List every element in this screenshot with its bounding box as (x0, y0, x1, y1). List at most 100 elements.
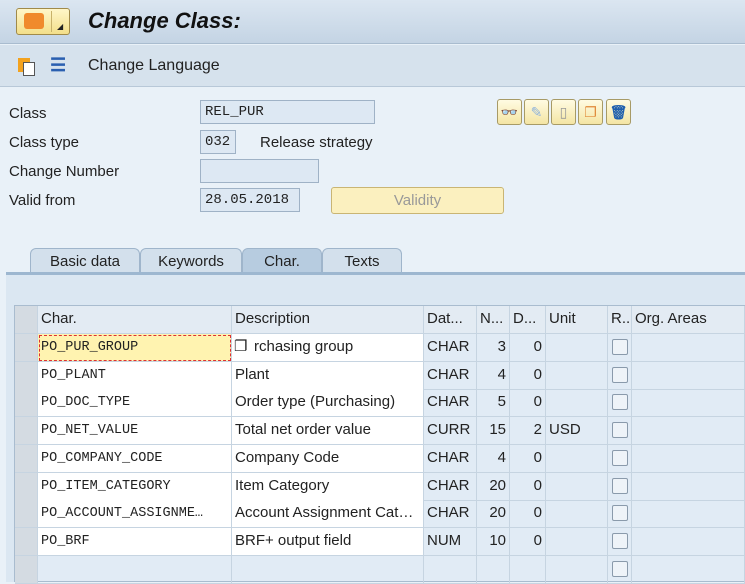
checkbox[interactable] (612, 422, 628, 439)
cell-unit[interactable] (546, 334, 608, 362)
row-selector[interactable] (15, 389, 38, 418)
row-selector[interactable] (15, 444, 38, 473)
checkbox[interactable] (612, 477, 628, 494)
tab-basic-data[interactable]: Basic data (30, 248, 140, 273)
cell-unit[interactable] (546, 361, 608, 390)
cell-n[interactable]: 4 (477, 361, 510, 390)
cell-unit[interactable]: USD (546, 417, 608, 446)
row-selector[interactable] (15, 417, 38, 446)
cell-org[interactable] (632, 472, 745, 501)
column-header[interactable]: D... (510, 306, 546, 334)
row-selector[interactable] (15, 500, 38, 529)
cell-n[interactable]: 15 (477, 417, 510, 446)
row-selector[interactable] (15, 527, 38, 556)
change-language-button[interactable]: Change Language (88, 57, 220, 75)
cell-unit[interactable] (546, 500, 608, 529)
cell-type[interactable]: CURR (424, 417, 477, 446)
cell-desc[interactable] (232, 555, 424, 584)
row-selector[interactable] (15, 472, 38, 501)
class-type-field[interactable]: 032 (200, 130, 236, 154)
cell-char[interactable]: PO_BRF (38, 527, 232, 556)
cell-d[interactable]: 2 (510, 417, 546, 446)
column-header[interactable]: Description (232, 306, 424, 334)
tab-texts[interactable]: Texts (322, 248, 402, 273)
cell-char[interactable]: PO_COMPANY_CODE (38, 444, 232, 473)
cell-char[interactable]: PO_ACCOUNT_ASSIGNME… (38, 500, 232, 529)
cell-d[interactable]: 0 (510, 500, 546, 529)
cell-type[interactable]: CHAR (424, 472, 477, 501)
cell-n[interactable]: 5 (477, 389, 510, 418)
cell-desc[interactable]: Company Code (232, 444, 424, 473)
cell-d[interactable] (510, 555, 546, 584)
menu-button[interactable]: ◢ (16, 8, 70, 35)
copy-icon[interactable]: ❐ (578, 99, 603, 125)
cell-type[interactable]: CHAR (424, 500, 477, 529)
cell-r[interactable] (608, 334, 632, 362)
cell-type[interactable]: CHAR (424, 444, 477, 473)
cell-unit[interactable] (546, 389, 608, 418)
cell-r[interactable] (608, 361, 632, 390)
cell-n[interactable]: 10 (477, 527, 510, 556)
cell-d[interactable]: 0 (510, 472, 546, 501)
cell-r[interactable] (608, 555, 632, 584)
cell-n[interactable]: 3 (477, 334, 510, 362)
cell-type[interactable] (424, 555, 477, 584)
cell-desc[interactable]: Total net order value (232, 417, 424, 446)
cell-n[interactable]: 20 (477, 472, 510, 501)
cell-desc[interactable]: rchasing group (232, 334, 424, 362)
cell-org[interactable] (632, 334, 745, 362)
cell-n[interactable]: 20 (477, 500, 510, 529)
cell-n[interactable] (477, 555, 510, 584)
cell-unit[interactable] (546, 555, 608, 584)
checkbox[interactable] (612, 339, 628, 355)
cell-org[interactable] (632, 417, 745, 446)
cell-desc[interactable]: BRF+ output field (232, 527, 424, 556)
cell-char[interactable]: PO_ITEM_CATEGORY (38, 472, 232, 501)
cell-org[interactable] (632, 527, 745, 556)
copy-value-icon[interactable]: ❐ (234, 337, 247, 355)
column-header[interactable]: Org. Areas (632, 306, 745, 334)
cell-char[interactable]: PO_PUR_GROUP (38, 334, 232, 362)
cell-d[interactable]: 0 (510, 527, 546, 556)
column-header[interactable]: N... (477, 306, 510, 334)
row-selector[interactable] (15, 555, 38, 584)
cell-r[interactable] (608, 444, 632, 473)
delete-trash-icon[interactable]: 🗑 (606, 99, 631, 125)
row-selector[interactable] (15, 361, 38, 390)
cell-org[interactable] (632, 361, 745, 390)
cell-unit[interactable] (546, 527, 608, 556)
cell-r[interactable] (608, 417, 632, 446)
cell-desc[interactable]: Order type (Purchasing) (232, 389, 424, 418)
cell-desc[interactable]: Item Category (232, 472, 424, 501)
cell-org[interactable] (632, 555, 745, 584)
cell-unit[interactable] (546, 472, 608, 501)
tab-keywords[interactable]: Keywords (140, 248, 242, 273)
cell-d[interactable]: 0 (510, 334, 546, 362)
other-object-icon[interactable] (18, 56, 36, 76)
class-field[interactable]: REL_PUR (200, 100, 375, 124)
valid-from-field[interactable]: 28.05.2018 (200, 188, 300, 212)
cell-r[interactable] (608, 500, 632, 529)
cell-d[interactable]: 0 (510, 389, 546, 418)
select-all-button[interactable] (15, 306, 38, 334)
row-selector[interactable] (15, 334, 38, 362)
cell-org[interactable] (632, 444, 745, 473)
column-header[interactable]: R.. (608, 306, 632, 334)
column-header[interactable]: Dat... (424, 306, 477, 334)
cell-d[interactable]: 0 (510, 444, 546, 473)
cell-r[interactable] (608, 527, 632, 556)
cell-char[interactable]: PO_DOC_TYPE (38, 389, 232, 418)
cell-org[interactable] (632, 500, 745, 529)
cell-unit[interactable] (546, 444, 608, 473)
cell-r[interactable] (608, 389, 632, 418)
cell-char[interactable]: PO_PLANT (38, 361, 232, 390)
tab-char[interactable]: Char. (242, 248, 322, 273)
change-number-field[interactable] (200, 159, 319, 183)
column-header[interactable]: Unit (546, 306, 608, 334)
cell-type[interactable]: NUM (424, 527, 477, 556)
cell-org[interactable] (632, 389, 745, 418)
cell-desc[interactable]: Account Assignment Cat… (232, 500, 424, 529)
validity-button[interactable]: Validity (331, 187, 504, 214)
cell-r[interactable] (608, 472, 632, 501)
checkbox[interactable] (612, 560, 628, 577)
